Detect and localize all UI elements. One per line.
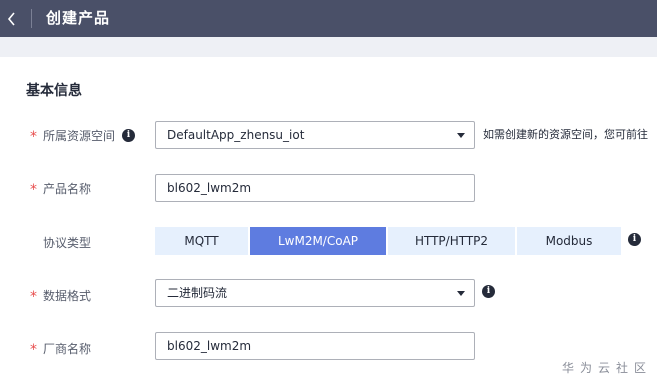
required-mark: * [30,129,37,145]
watermark: 华为云社区 [562,361,653,375]
page-title: 创建产品 [46,9,111,27]
back-button[interactable] [0,0,28,37]
top-bar: 创建产品 [0,0,657,37]
data-format-value: 二进制码流 [167,286,228,300]
product-name-label: 产品名称 [43,182,92,196]
protocol-option-http[interactable]: HTTP/HTTP2 [388,227,515,255]
resource-space-hint: 如需创建新的资源空间，您可前往 [483,128,648,141]
protocol-label: 协议类型 [43,236,92,250]
protocol-option-modbus[interactable]: Modbus [517,227,621,255]
info-icon[interactable]: i [628,233,641,246]
data-format-select[interactable]: 二进制码流 [155,279,475,307]
resource-space-label: 所属资源空间 [43,129,116,143]
required-mark: * [30,342,37,358]
page-gap [0,37,657,57]
protocol-option-mqtt[interactable]: MQTT [155,227,248,255]
protocol-option-lwm2m-coap[interactable]: LwM2M/CoAP [250,227,386,255]
manufacturer-label: 厂商名称 [43,342,92,356]
required-mark: * [30,289,37,305]
manufacturer-input[interactable]: bl602_lwm2m [155,332,475,360]
data-format-label: 数据格式 [43,289,92,303]
resource-space-value: DefaultApp_zhensu_iot [167,128,305,142]
header-divider [31,9,32,28]
product-name-input[interactable]: bl602_lwm2m [155,174,475,202]
required-mark: * [30,182,37,198]
info-icon[interactable]: i [122,129,135,142]
chevron-down-icon [457,291,465,296]
chevron-left-icon [7,12,15,26]
resource-space-select[interactable]: DefaultApp_zhensu_iot [155,121,475,149]
chevron-down-icon [457,133,465,138]
section-title: 基本信息 [26,83,82,99]
info-icon[interactable]: i [482,285,495,298]
